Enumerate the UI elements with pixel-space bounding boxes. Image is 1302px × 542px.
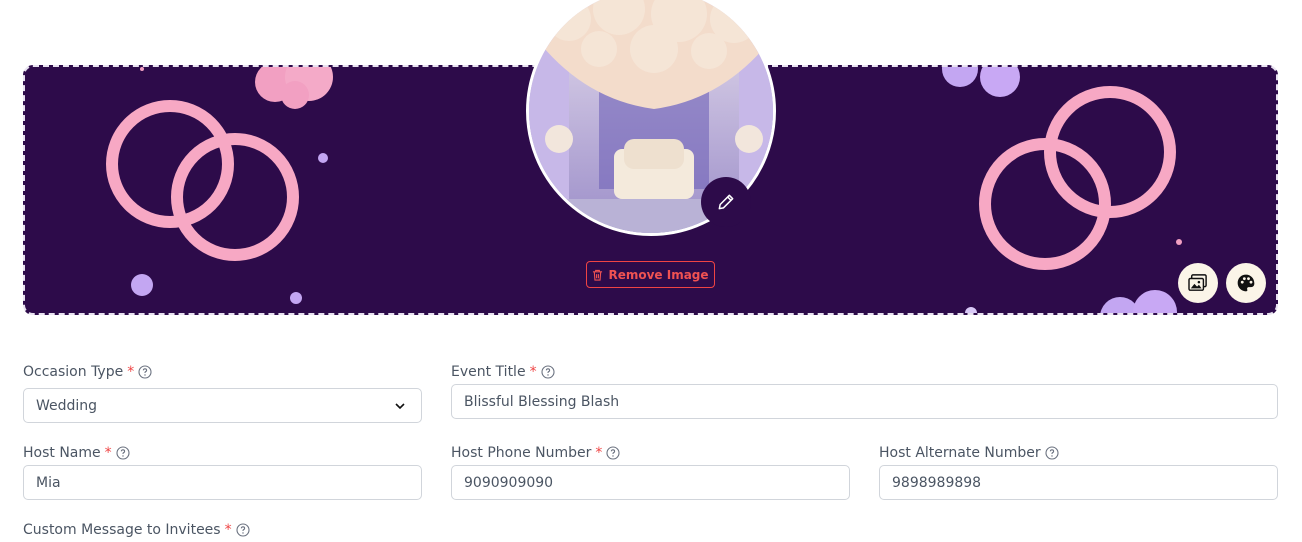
help-icon[interactable] [606,446,620,460]
remove-image-button[interactable]: Remove Image [586,261,715,288]
host-phone-label: Host Phone Number * [451,445,620,461]
custom-message-label: Custom Message to Invitees * [23,522,250,538]
host-alternate-value: 9898989898 [892,474,982,491]
occasion-type-label-text: Occasion Type [23,364,124,380]
host-phone-label-text: Host Phone Number [451,445,592,461]
help-icon[interactable] [236,523,250,537]
occasion-type-value: Wedding [36,397,98,414]
host-phone-input[interactable]: 9090909090 [451,465,850,500]
required-marker: * [595,445,603,461]
occasion-type-label: Occasion Type * [23,364,152,380]
custom-message-label-text: Custom Message to Invitees [23,522,221,538]
required-marker: * [529,364,537,380]
change-cover-button[interactable] [1178,263,1218,303]
host-phone-value: 9090909090 [464,474,554,491]
palette-icon [1237,274,1255,292]
event-title-label: Event Title * [451,364,555,380]
host-name-value: Mia [36,474,61,491]
remove-image-label: Remove Image [608,267,709,282]
theme-palette-button[interactable] [1226,263,1266,303]
host-alternate-label: Host Alternate Number [879,445,1059,461]
event-title-label-text: Event Title [451,364,526,380]
host-alternate-label-text: Host Alternate Number [879,445,1041,461]
required-marker: * [224,522,232,538]
help-icon[interactable] [541,365,555,379]
required-marker: * [127,364,135,380]
occasion-type-select[interactable]: Wedding [23,388,422,423]
help-icon[interactable] [138,365,152,379]
host-name-label: Host Name * [23,445,130,461]
host-name-input[interactable]: Mia [23,465,422,500]
required-marker: * [104,445,112,461]
event-title-value: Blissful Blessing Blash [464,393,620,410]
chevron-down-icon [395,403,405,410]
pencil-icon [718,194,734,210]
host-name-label-text: Host Name [23,445,101,461]
host-alternate-input[interactable]: 9898989898 [879,465,1278,500]
event-title-input[interactable]: Blissful Blessing Blash [451,384,1278,419]
trash-icon [593,269,603,281]
edit-photo-button[interactable] [701,177,751,227]
help-icon[interactable] [1045,446,1059,460]
image-gallery-icon [1188,274,1207,291]
help-icon[interactable] [116,446,130,460]
